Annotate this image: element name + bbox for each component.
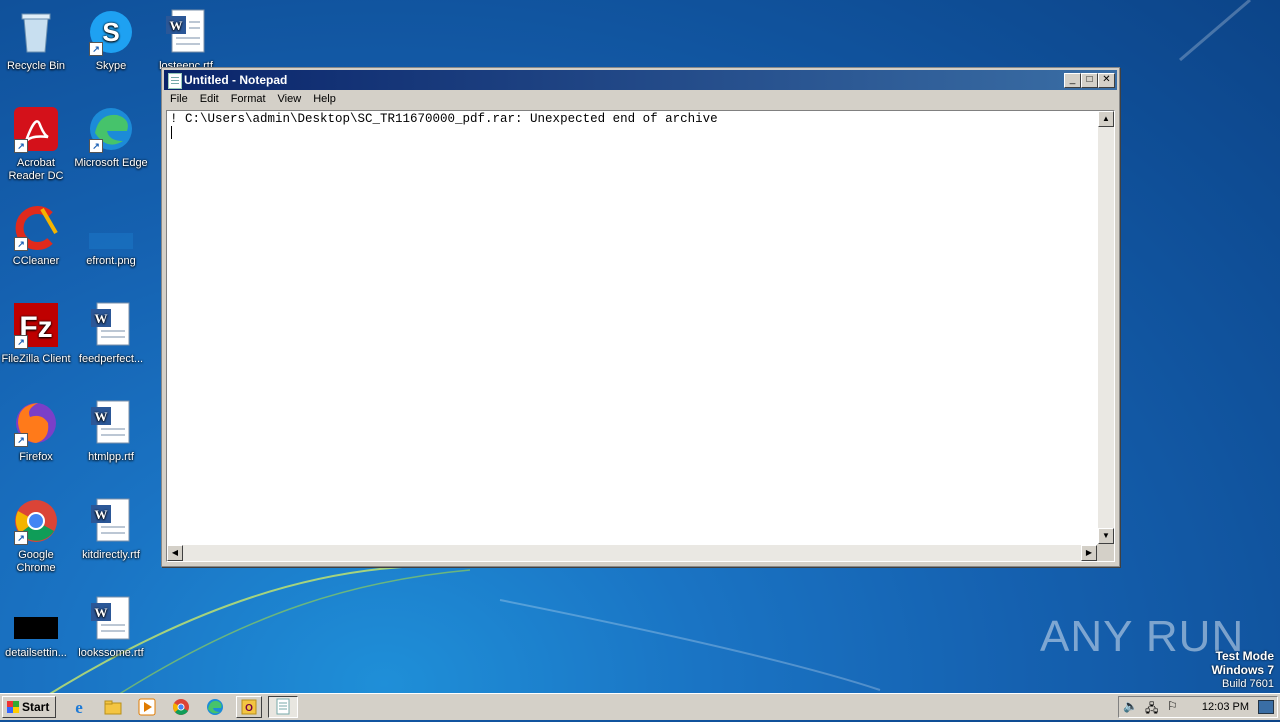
- menu-edit[interactable]: Edit: [194, 91, 225, 107]
- desktop-icon-feedperfect[interactable]: W feedperfect...: [73, 301, 149, 366]
- filezilla-icon: Fz ↗: [12, 301, 60, 349]
- png-image-icon: [87, 203, 135, 251]
- clock[interactable]: 12:03 PM: [1202, 701, 1249, 713]
- file-explorer-icon[interactable]: [104, 698, 122, 716]
- desktop-icon-chrome[interactable]: ↗ Google Chrome: [0, 497, 74, 575]
- text-caret: [171, 126, 172, 139]
- word-document-icon: W: [87, 301, 135, 349]
- word-document-icon: W: [87, 399, 135, 447]
- vertical-scrollbar[interactable]: ▲ ▼: [1098, 111, 1114, 544]
- shortcut-arrow-icon: ↗: [14, 237, 28, 251]
- desktop-icon-filezilla[interactable]: Fz ↗ FileZilla Client: [0, 301, 74, 366]
- notepad-window[interactable]: Untitled - Notepad _ □ ✕ File Edit Format V…: [161, 67, 1120, 567]
- shortcut-arrow-icon: ↗: [14, 433, 28, 447]
- menu-bar: File Edit Format View Help: [164, 91, 1117, 109]
- desktop-icon-losteenc[interactable]: W losteenc.rtf: [148, 8, 224, 73]
- desktop-icon-skype[interactable]: S ↗ Skype: [73, 8, 149, 73]
- internet-explorer-icon[interactable]: e: [70, 698, 88, 717]
- desktop-icon-recycle-bin[interactable]: Recycle Bin: [0, 8, 74, 73]
- menu-format[interactable]: Format: [225, 91, 272, 107]
- scroll-right-button[interactable]: ▶: [1081, 545, 1097, 561]
- menu-help[interactable]: Help: [307, 91, 342, 107]
- system-tray: 🔈 🖧 ⚐ 12:03 PM: [1118, 696, 1278, 718]
- watermark-line2: Windows 7: [1211, 663, 1274, 677]
- title-bar[interactable]: Untitled - Notepad _ □ ✕: [164, 70, 1117, 90]
- editor-content: ! C:\Users\admin\Desktop\SC_TR11670000_p…: [170, 112, 718, 126]
- ccleaner-icon: ↗: [12, 203, 60, 251]
- word-document-icon: W: [87, 595, 135, 643]
- notepad-icon: [168, 73, 182, 89]
- menu-file[interactable]: File: [164, 91, 194, 107]
- shortcut-arrow-icon: ↗: [14, 335, 28, 349]
- svg-text:O: O: [245, 703, 253, 714]
- action-center-flag-icon[interactable]: ⚐: [1167, 699, 1178, 713]
- desktop-icon-efront[interactable]: efront.png: [73, 203, 149, 268]
- watermark-line3: Build 7601: [1222, 678, 1274, 690]
- svg-text:S: S: [102, 17, 119, 47]
- volume-icon[interactable]: 🔈: [1123, 699, 1138, 713]
- minimize-button[interactable]: _: [1064, 73, 1081, 88]
- edge-icon: ↗: [87, 105, 135, 153]
- desktop-icon-detailsettings[interactable]: detailsettin...: [0, 595, 74, 660]
- window-title: Untitled - Notepad: [184, 73, 288, 87]
- word-document-icon: W: [162, 8, 210, 56]
- scroll-left-button[interactable]: ◀: [167, 545, 183, 561]
- maximize-button[interactable]: □: [1081, 73, 1098, 88]
- show-desktop-icon[interactable]: [1258, 700, 1274, 714]
- shortcut-arrow-icon: ↗: [89, 139, 103, 153]
- start-button[interactable]: Start: [2, 696, 56, 718]
- text-editor[interactable]: ! C:\Users\admin\Desktop\SC_TR11670000_p…: [166, 110, 1115, 562]
- skype-icon: S ↗: [87, 8, 135, 56]
- menu-view[interactable]: View: [272, 91, 308, 107]
- outlook-taskbar-button[interactable]: O: [236, 696, 262, 718]
- desktop-icon-ccleaner[interactable]: ↗ CCleaner: [0, 203, 74, 268]
- black-file-icon: [12, 595, 60, 643]
- svg-text:W: W: [95, 311, 108, 326]
- notepad-taskbar-button[interactable]: [268, 696, 298, 718]
- edge-taskbar-icon[interactable]: [206, 698, 224, 716]
- horizontal-scrollbar[interactable]: ◀ ▶: [167, 545, 1097, 561]
- desktop-icon-firefox[interactable]: ↗ Firefox: [0, 399, 74, 464]
- svg-text:e: e: [75, 698, 83, 716]
- svg-text:W: W: [170, 18, 183, 33]
- media-player-icon[interactable]: [138, 698, 156, 716]
- scroll-up-button[interactable]: ▲: [1098, 111, 1114, 127]
- svg-text:W: W: [95, 507, 108, 522]
- desktop-icon-lookssome[interactable]: W lookssome.rtf: [73, 595, 149, 660]
- shortcut-arrow-icon: ↗: [14, 139, 28, 153]
- chrome-icon: ↗: [12, 497, 60, 545]
- shortcut-arrow-icon: ↗: [14, 531, 28, 545]
- network-icon[interactable]: 🖧: [1145, 699, 1158, 720]
- desktop-icon-kitdirectly[interactable]: W kitdirectly.rtf: [73, 497, 149, 562]
- desktop-icon-htmlpp[interactable]: W htmlpp.rtf: [73, 399, 149, 464]
- firefox-icon: ↗: [12, 399, 60, 447]
- test-mode-watermark: Test Mode Windows 7 Build 7601: [1211, 650, 1274, 691]
- watermark-line1: Test Mode: [1215, 649, 1274, 663]
- shortcut-arrow-icon: ↗: [89, 42, 103, 56]
- chrome-taskbar-icon[interactable]: [172, 698, 190, 716]
- taskbar: Start e O 🔈 🖧 ⚐ 12:03 PM: [0, 693, 1280, 720]
- svg-text:W: W: [95, 409, 108, 424]
- scroll-down-button[interactable]: ▼: [1098, 528, 1114, 544]
- desktop-icon-acrobat[interactable]: ↗ Acrobat Reader DC: [0, 105, 74, 183]
- acrobat-icon: ↗: [12, 105, 60, 153]
- svg-text:W: W: [95, 605, 108, 620]
- windows-flag-icon: [7, 701, 19, 713]
- word-document-icon: W: [87, 497, 135, 545]
- recycle-bin-icon: [12, 8, 60, 56]
- size-grip[interactable]: [1097, 544, 1114, 561]
- desktop-icon-edge[interactable]: ↗ Microsoft Edge: [73, 105, 149, 170]
- close-button[interactable]: ✕: [1098, 73, 1115, 88]
